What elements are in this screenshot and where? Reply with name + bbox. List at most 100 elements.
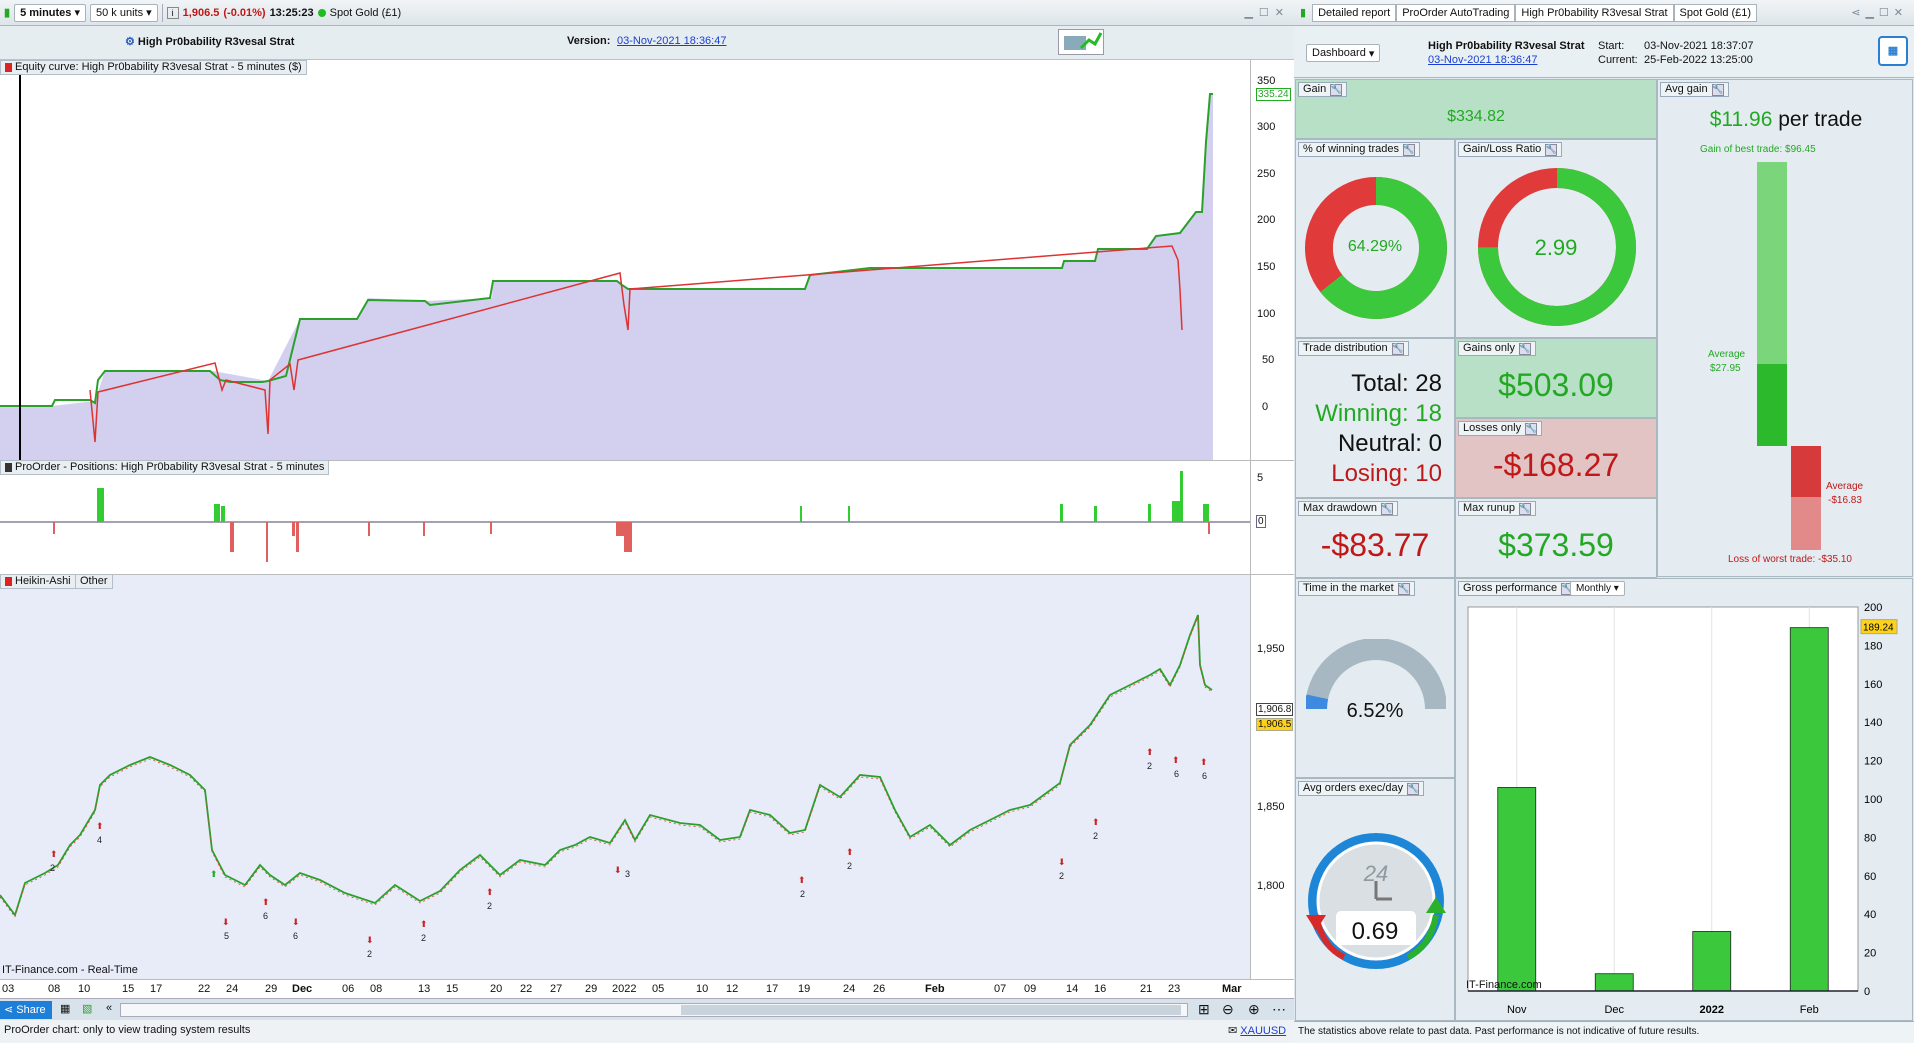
zoom-out-icon[interactable]: ⊖ (1222, 1001, 1234, 1018)
total-trades: Total: 28 (1351, 370, 1442, 397)
units-select[interactable]: 50 k units ▾ (90, 3, 158, 22)
y-tick-label: 120 (1864, 756, 1882, 768)
bar-feb[interactable] (1789, 627, 1829, 992)
date-tick: 29 (585, 983, 598, 995)
heikin-ashi-tag[interactable]: Heikin-Ashi (0, 574, 76, 589)
equity-panel[interactable] (0, 60, 1250, 460)
date-tick: 10 (78, 983, 91, 995)
date-tick: 07 (994, 983, 1007, 995)
scroll-thumb[interactable] (681, 1005, 1181, 1015)
strategy-icon: ⚙ (125, 36, 138, 48)
tab-detailed-report[interactable]: Detailed report (1312, 3, 1397, 22)
equity-panel-title[interactable]: Equity curve: High Pr0bability R3vesal S… (0, 60, 307, 75)
avg-loss-bar (1791, 446, 1821, 497)
bar-dec[interactable] (1594, 973, 1634, 992)
wrench-icon: 🔧 (1403, 143, 1415, 156)
date-tick: 16 (1094, 983, 1107, 995)
trade-dist-label[interactable]: Trade distribution 🔧 (1298, 341, 1409, 356)
y-tick-label: 60 (1864, 871, 1876, 883)
dashboard-select[interactable]: Dashboard ▾ (1306, 44, 1381, 62)
strategy-header: ⚙ High Pr0bability R3vesal Strat Version… (0, 26, 1294, 60)
y-tick-label: 200 (1864, 603, 1882, 614)
svg-text:2: 2 (847, 861, 852, 871)
gross-performance-label[interactable]: Gross performance 🔧 (1458, 581, 1579, 596)
bar-2022[interactable] (1692, 931, 1732, 992)
add-indicator-icon[interactable]: ▧ (82, 1002, 92, 1015)
gain-box: Gain 🔧 $334.82 (1295, 79, 1657, 139)
other-tag[interactable]: Other (75, 574, 113, 589)
timeframe-select[interactable]: 5 minutes ▾ (14, 3, 86, 22)
date-axis: 03 08 10 15 17 22 24 29 Dec 06 08 13 15 20 22 27 29 2022 0… (0, 979, 1294, 998)
wrench-icon: 🔧 (1545, 143, 1558, 156)
date-tick: 27 (550, 983, 563, 995)
zoom-in-icon[interactable]: ⊕ (1248, 1001, 1260, 1018)
tab-autotrading[interactable]: ProOrder AutoTrading (1396, 3, 1516, 22)
report-icon[interactable] (1058, 29, 1104, 55)
max-runup-value: $373.59 (1498, 527, 1614, 563)
worst-trade-bar (1791, 497, 1821, 550)
report-header: Dashboard ▾ High Pr0bability R3vesal Str… (1294, 26, 1914, 78)
chart-settings-icon[interactable]: ▦ (60, 1002, 70, 1015)
wrench-icon: 🔧 (1711, 83, 1724, 96)
svg-text:5: 5 (224, 931, 229, 941)
bar-nov[interactable] (1497, 787, 1537, 992)
tab-instrument[interactable]: Spot Gold (£1) (1673, 3, 1758, 22)
price-current: 1,906.5 (1256, 718, 1294, 731)
report-window-controls[interactable]: ⋖▁☐✕ (1851, 6, 1914, 19)
svg-text:6: 6 (1202, 771, 1207, 781)
avg-win-value: $27.95 (1710, 363, 1741, 374)
more-icon[interactable]: ⋯ (1272, 1001, 1286, 1018)
clock-time: 13:25:23 (269, 6, 314, 19)
avg-gain-value: $11.96 per trade (1709, 108, 1863, 131)
x-tick-label: 2022 (1700, 1004, 1724, 1016)
report-icon-small: ▮ (1300, 7, 1307, 19)
positions-panel[interactable] (0, 460, 1250, 574)
positions-panel-title[interactable]: ProOrder - Positions: High Pr0bability R… (0, 460, 330, 475)
max-runup-label[interactable]: Max runup 🔧 (1458, 501, 1536, 516)
period-select[interactable]: Monthly ▾ (1570, 581, 1625, 596)
x-tick-label: Nov (1507, 1004, 1527, 1016)
time-in-market-label[interactable]: Time in the market 🔧 (1298, 581, 1415, 596)
avg-loss-value: -$16.83 (1828, 495, 1862, 506)
tab-strategy[interactable]: High Pr0bability R3vesal Strat (1515, 3, 1674, 22)
best-trade: Gain of best trade: $96.45 (1700, 144, 1816, 155)
last-price: 1,906.5 (182, 6, 220, 19)
share-button[interactable]: ⋖ Share (0, 1001, 52, 1019)
symbol-link[interactable]: ✉ XAUUSD (1228, 1024, 1286, 1037)
chart-watermark: IT-Finance.com - Real-Time (2, 964, 138, 976)
report-settings-icon[interactable]: ▦ (1878, 36, 1908, 66)
collapse-icon[interactable]: « (106, 1002, 112, 1014)
avg-gain-label[interactable]: Avg gain 🔧 (1660, 82, 1729, 97)
info-icon[interactable]: i (166, 6, 179, 19)
max-drawdown-label[interactable]: Max drawdown 🔧 (1298, 501, 1398, 516)
price-panel[interactable]: ⬆ 2 ⬆ 4 ⬆ ⬇ 5 ⬆ 6 ⬇ 6 ⬇ 2 ⬆ 2 ⬆ 2 ⬇ 3 ⬆ 2 ⬆ 2 ⬇ 2 ⬆ 2… (0, 574, 1250, 979)
y-tick-label: 0 (1864, 986, 1870, 998)
svg-text:2: 2 (800, 889, 805, 899)
date-tick: 22 (520, 983, 533, 995)
losses-only-label[interactable]: Losses only 🔧 (1458, 421, 1543, 436)
gains-only-label[interactable]: Gains only 🔧 (1458, 341, 1536, 356)
svg-text:⬆: ⬆ (1172, 755, 1180, 765)
avg-win-bar (1757, 364, 1787, 446)
date-tick: 24 (843, 983, 856, 995)
equity-axis: 350 335.24 300 250 200 150 100 50 0 (1250, 60, 1294, 460)
window-controls[interactable]: ▁☐✕ (1244, 6, 1290, 19)
svg-text:2: 2 (50, 863, 55, 873)
clock-icon: 24 (1306, 833, 1446, 969)
svg-text:⬆: ⬆ (50, 849, 58, 859)
version-link[interactable]: 03-Nov-2021 18:36:47 (617, 35, 726, 47)
status-dot-icon (317, 8, 326, 17)
date-tick: 14 (1066, 983, 1079, 995)
zoom-fit-icon[interactable]: ⊞ (1198, 1001, 1210, 1018)
gain-label[interactable]: Gain 🔧 (1298, 82, 1348, 97)
svg-text:2: 2 (1059, 871, 1064, 881)
win-pct-label[interactable]: % of winning trades 🔧 (1298, 142, 1420, 157)
positions-axis: 5 0 (1250, 460, 1294, 574)
svg-text:2: 2 (1147, 761, 1152, 771)
svg-text:2: 2 (1093, 831, 1098, 841)
y-tick-label: 20 (1864, 948, 1876, 960)
report-version-link[interactable]: 03-Nov-2021 18:36:47 (1428, 54, 1537, 66)
horizontal-scrollbar[interactable] (120, 1003, 1188, 1017)
avg-orders-label[interactable]: Avg orders exec/day 🔧 (1298, 781, 1425, 796)
gl-ratio-label[interactable]: Gain/Loss Ratio 🔧 (1458, 142, 1563, 157)
